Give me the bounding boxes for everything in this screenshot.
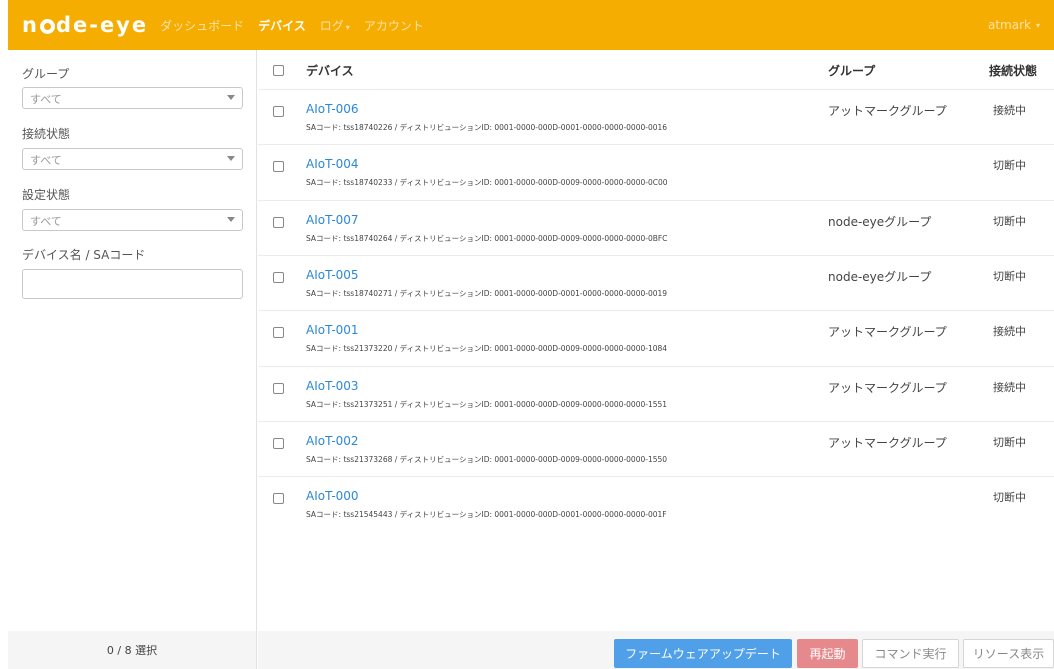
logo-text-start: n (22, 13, 39, 37)
table-header: デバイス グループ 接続状態 (258, 50, 1054, 90)
device-status: 接続中 (993, 325, 1026, 338)
group-filter-select[interactable]: すべて (22, 87, 243, 109)
table-row: AIoT-004 SAコード: tss18740233 / ディストリビューショ… (258, 145, 1054, 201)
device-details: SAコード: tss21545443 / ディストリビューションID: 0001… (306, 510, 667, 519)
nav-menu: ダッシュボード デバイス ログ ▾ アカウント (160, 17, 438, 34)
user-name: atmark (988, 18, 1031, 32)
device-details: SAコード: tss21373251 / ディストリビューションID: 0001… (306, 400, 668, 409)
device-name-link[interactable]: AIoT-003 (306, 379, 359, 393)
nav-item-account[interactable]: アカウント (364, 17, 424, 34)
device-name-link[interactable]: AIoT-004 (306, 157, 359, 171)
device-status: 接続中 (993, 104, 1026, 117)
logo-eye-icon (39, 18, 55, 34)
config-filter-label: 設定状態 (22, 188, 71, 202)
reboot-button[interactable]: 再起動 (797, 639, 858, 668)
device-group: アットマークグループ (828, 436, 947, 450)
node-eye-logo[interactable]: n de-eye (22, 13, 148, 37)
device-group: node-eyeグループ (828, 270, 932, 284)
filter-sidebar: グループ すべて 接続状態 すべて 設定状態 すべて デバイス名 / SAコード… (8, 50, 257, 669)
device-name-link[interactable]: AIoT-006 (306, 102, 359, 116)
search-input[interactable] (22, 269, 243, 299)
device-name-link[interactable]: AIoT-007 (306, 213, 359, 227)
device-status: 切断中 (993, 436, 1026, 449)
device-name-link[interactable]: AIoT-001 (306, 323, 359, 337)
dropdown-arrow-icon (227, 156, 235, 161)
device-status: 切断中 (993, 215, 1026, 228)
header-device: デバイス (306, 64, 354, 78)
device-details: SAコード: tss21373220 / ディストリビューションID: 0001… (306, 344, 668, 353)
device-details: SAコード: tss18740271 / ディストリビューションID: 0001… (306, 289, 668, 298)
device-details: SAコード: tss18740226 / ディストリビューションID: 0001… (306, 123, 668, 132)
config-filter-value: すべて (30, 215, 62, 228)
device-status: 切断中 (993, 270, 1026, 283)
row-checkbox[interactable] (273, 161, 284, 172)
connection-filter-label: 接続状態 (22, 127, 71, 141)
dropdown-arrow-icon (227, 95, 235, 100)
table-row: AIoT-001 SAコード: tss21373220 / ディストリビューショ… (258, 311, 1054, 367)
nav-item-devices[interactable]: デバイス (258, 17, 306, 34)
action-bar: ファームウェアアップデート 再起動 コマンド実行 リソース表示 (258, 631, 1054, 669)
nav-item-logs[interactable]: ログ ▾ (320, 17, 350, 34)
connection-filter-value: すべて (30, 154, 62, 167)
top-navbar: n de-eye ダッシュボード デバイス ログ ▾ アカウント atmark ▾ (8, 0, 1054, 50)
header-group: グループ (828, 64, 876, 78)
search-label: デバイス名 / SAコード (22, 248, 146, 262)
row-checkbox[interactable] (273, 327, 284, 338)
device-details: SAコード: tss18740233 / ディストリビューションID: 0001… (306, 178, 668, 187)
device-group: アットマークグループ (828, 381, 947, 395)
dropdown-arrow-icon (227, 217, 235, 222)
row-checkbox[interactable] (273, 438, 284, 449)
group-filter-label: グループ (22, 67, 70, 81)
device-group: node-eyeグループ (828, 215, 932, 229)
row-checkbox[interactable] (273, 106, 284, 117)
table-row: AIoT-002 SAコード: tss21373268 / ディストリビューショ… (258, 422, 1054, 477)
connection-filter-select[interactable]: すべて (22, 148, 243, 170)
device-name-link[interactable]: AIoT-005 (306, 268, 359, 282)
nav-item-dashboard[interactable]: ダッシュボード (160, 17, 244, 34)
table-row: AIoT-003 SAコード: tss21373251 / ディストリビューショ… (258, 367, 1054, 422)
selection-count: 0 / 8 選択 (8, 631, 256, 669)
table-row: AIoT-000 SAコード: tss21545443 / ディストリビューショ… (258, 477, 1054, 532)
table-row: AIoT-007 SAコード: tss18740264 / ディストリビューショ… (258, 201, 1054, 256)
group-filter-value: すべて (30, 93, 62, 106)
device-name-link[interactable]: AIoT-000 (306, 489, 359, 503)
logo-text-end: de-eye (55, 13, 149, 37)
show-resources-button[interactable]: リソース表示 (963, 639, 1054, 668)
device-status: 接続中 (993, 381, 1026, 394)
device-group: アットマークグループ (828, 104, 947, 118)
config-filter-select[interactable]: すべて (22, 209, 243, 231)
row-checkbox[interactable] (273, 217, 284, 228)
device-details: SAコード: tss18740264 / ディストリビューションID: 0001… (306, 234, 668, 243)
row-checkbox[interactable] (273, 383, 284, 394)
header-status: 接続状態 (989, 64, 1038, 78)
run-command-button[interactable]: コマンド実行 (862, 639, 959, 668)
select-all-checkbox[interactable] (273, 65, 284, 76)
device-group: アットマークグループ (828, 325, 947, 339)
nav-item-logs-label: ログ (319, 18, 344, 33)
device-name-link[interactable]: AIoT-002 (306, 434, 359, 448)
caret-down-icon: ▾ (345, 22, 350, 32)
row-checkbox[interactable] (273, 493, 284, 504)
device-status: 切断中 (993, 159, 1026, 172)
device-details: SAコード: tss21373268 / ディストリビューションID: 0001… (306, 455, 668, 464)
caret-down-icon: ▾ (1035, 20, 1040, 30)
table-row: AIoT-005 SAコード: tss18740271 / ディストリビューショ… (258, 256, 1054, 311)
firmware-update-button[interactable]: ファームウェアアップデート (614, 639, 792, 668)
user-menu[interactable]: atmark ▾ (988, 0, 1040, 50)
device-status: 切断中 (993, 491, 1026, 504)
row-checkbox[interactable] (273, 272, 284, 283)
table-row: AIoT-006 SAコード: tss18740226 / ディストリビューショ… (258, 90, 1054, 145)
